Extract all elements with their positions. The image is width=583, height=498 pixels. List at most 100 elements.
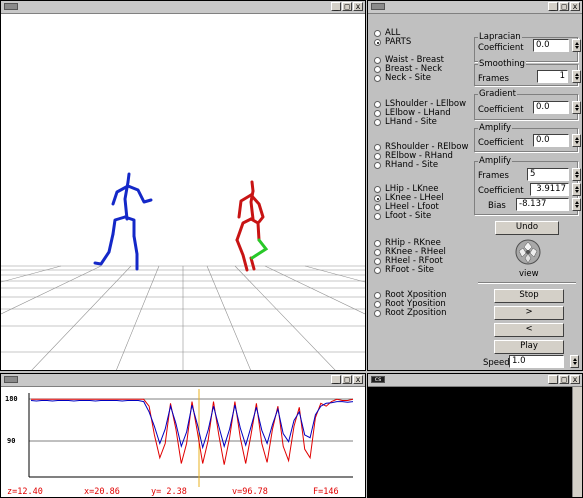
- laplacian-coefficient-label: Coefficient: [478, 43, 524, 53]
- radio-parts[interactable]: PARTS: [374, 38, 411, 47]
- step-back-button[interactable]: <: [494, 323, 564, 337]
- window-icon: [371, 3, 385, 10]
- view-orientation-ball-icon[interactable]: [515, 239, 541, 265]
- radio-label: LHand - Site: [385, 117, 437, 127]
- radio-root-zposition[interactable]: Root Zposition: [374, 309, 446, 318]
- console-scrollbar[interactable]: [572, 387, 582, 497]
- series-layer: [30, 398, 354, 465]
- radio-indicator[interactable]: [374, 204, 381, 211]
- amplify-coefficient-field[interactable]: 0.0: [533, 134, 569, 147]
- gradient-spinner[interactable]: [572, 101, 581, 114]
- radio-neck-site[interactable]: Neck - Site: [374, 74, 431, 83]
- radio-indicator[interactable]: [374, 240, 381, 247]
- radio-indicator[interactable]: [374, 267, 381, 274]
- v-readout: v=96.78: [232, 487, 268, 497]
- graph-area[interactable]: 180 90 z=12.40 x=20.86 y= 2.38 v=96.78 F…: [1, 387, 365, 497]
- viewer-titlebar[interactable]: _ □ x: [1, 1, 365, 14]
- radio-indicator[interactable]: [374, 292, 381, 299]
- minimize-button[interactable]: _: [548, 375, 558, 384]
- amplify-coefficient-spinner[interactable]: [572, 183, 581, 196]
- amplify-frames-spinner[interactable]: [572, 168, 581, 181]
- amplify-bias-spinner[interactable]: [572, 198, 581, 211]
- radio-rhand-site[interactable]: RHand - Site: [374, 161, 438, 170]
- amplify-coefficient-field[interactable]: 3.9117: [530, 183, 569, 196]
- red-skeleton-figure: [235, 180, 265, 272]
- close-button[interactable]: x: [570, 375, 580, 384]
- maximize-button[interactable]: □: [342, 2, 352, 11]
- radio-indicator[interactable]: [374, 57, 381, 64]
- radio-indicator[interactable]: [374, 301, 381, 308]
- amplify-frames-field[interactable]: 5: [527, 168, 569, 181]
- speed-spinner[interactable]: [570, 355, 579, 368]
- radio-label: Root Zposition: [385, 308, 447, 318]
- radio-indicator[interactable]: [374, 30, 381, 37]
- gradient-title: Gradient: [478, 89, 517, 99]
- maximize-button[interactable]: □: [342, 375, 352, 384]
- radio-rfoot-site[interactable]: RFoot - Site: [374, 266, 434, 275]
- highlighted-left-knee-segment: [250, 238, 269, 260]
- smoothing-frames-field[interactable]: 1: [537, 70, 568, 83]
- floor-grid: [1, 265, 365, 370]
- smoothing-spinner[interactable]: [572, 70, 581, 83]
- gradient-coefficient-field[interactable]: 0.0: [533, 101, 569, 114]
- y-readout: y= 2.38: [151, 487, 187, 497]
- play-button[interactable]: Play: [494, 340, 564, 354]
- radio-indicator[interactable]: [374, 110, 381, 117]
- console-output-area[interactable]: [368, 387, 572, 497]
- radio-indicator[interactable]: [374, 249, 381, 256]
- divider: [478, 282, 576, 284]
- step-forward-button[interactable]: >: [494, 306, 564, 320]
- radio-indicator[interactable]: [374, 119, 381, 126]
- radio-indicator[interactable]: [374, 101, 381, 108]
- control-panel-window: _ □ x ALL PARTS Waist - Breast Breast - Nec…: [367, 0, 583, 371]
- control-panel-titlebar[interactable]: _ □ x: [368, 1, 582, 14]
- radio-indicator[interactable]: [374, 186, 381, 193]
- amplify-params-title: Amplify: [478, 156, 513, 166]
- viewer-window: _ □ x: [0, 0, 366, 371]
- laplacian-coefficient-field[interactable]: 0.0: [533, 39, 569, 52]
- minimize-button[interactable]: _: [331, 375, 341, 384]
- radio-lfoot-site[interactable]: Lfoot - Site: [374, 212, 431, 221]
- radio-indicator[interactable]: [374, 162, 381, 169]
- radio-label: Lfoot - Site: [385, 211, 432, 221]
- radio-indicator[interactable]: [374, 75, 381, 82]
- radio-lhand-site[interactable]: LHand - Site: [374, 118, 437, 127]
- radio-indicator[interactable]: [374, 153, 381, 160]
- radio-indicator[interactable]: [374, 310, 381, 317]
- minimize-button[interactable]: _: [548, 2, 558, 11]
- maximize-button[interactable]: □: [559, 375, 569, 384]
- stop-button[interactable]: Stop: [494, 289, 564, 303]
- radio-indicator[interactable]: [374, 66, 381, 73]
- smoothing-title: Smoothing: [478, 59, 526, 69]
- laplacian-spinner[interactable]: [572, 39, 581, 52]
- close-button[interactable]: x: [570, 2, 580, 11]
- radio-indicator[interactable]: [374, 213, 381, 220]
- radio-label: Neck - Site: [385, 73, 431, 83]
- graph-titlebar[interactable]: _ □ x: [1, 374, 365, 387]
- radio-label: PARTS: [385, 37, 412, 47]
- radio-indicator[interactable]: [374, 195, 381, 202]
- frame-readout: F=146: [313, 487, 339, 497]
- amplify-title: Amplify: [478, 123, 513, 133]
- undo-button[interactable]: Undo: [495, 221, 559, 235]
- radio-label: RFoot - Site: [385, 265, 435, 275]
- maximize-button[interactable]: □: [559, 2, 569, 11]
- amplify-bias-field[interactable]: -8.137: [516, 198, 569, 211]
- motion-curve-chart[interactable]: [1, 387, 365, 487]
- console-window: cs _ □ x: [367, 373, 583, 498]
- console-titlebar[interactable]: cs _ □ x: [368, 374, 582, 387]
- speed-label: Speed: [483, 358, 510, 368]
- 3d-scene-canvas[interactable]: [1, 14, 365, 371]
- minimize-button[interactable]: _: [331, 2, 341, 11]
- speed-field[interactable]: 1.0: [509, 355, 564, 368]
- window-icon: [4, 3, 18, 10]
- amplify-spinner[interactable]: [572, 134, 581, 147]
- close-button[interactable]: x: [353, 375, 363, 384]
- smoothing-frames-label: Frames: [478, 74, 509, 84]
- close-button[interactable]: x: [353, 2, 363, 11]
- series-line-0: [31, 398, 354, 465]
- radio-indicator[interactable]: [374, 258, 381, 265]
- window-icon: [4, 376, 18, 383]
- radio-indicator[interactable]: [374, 144, 381, 151]
- radio-indicator[interactable]: [374, 39, 381, 46]
